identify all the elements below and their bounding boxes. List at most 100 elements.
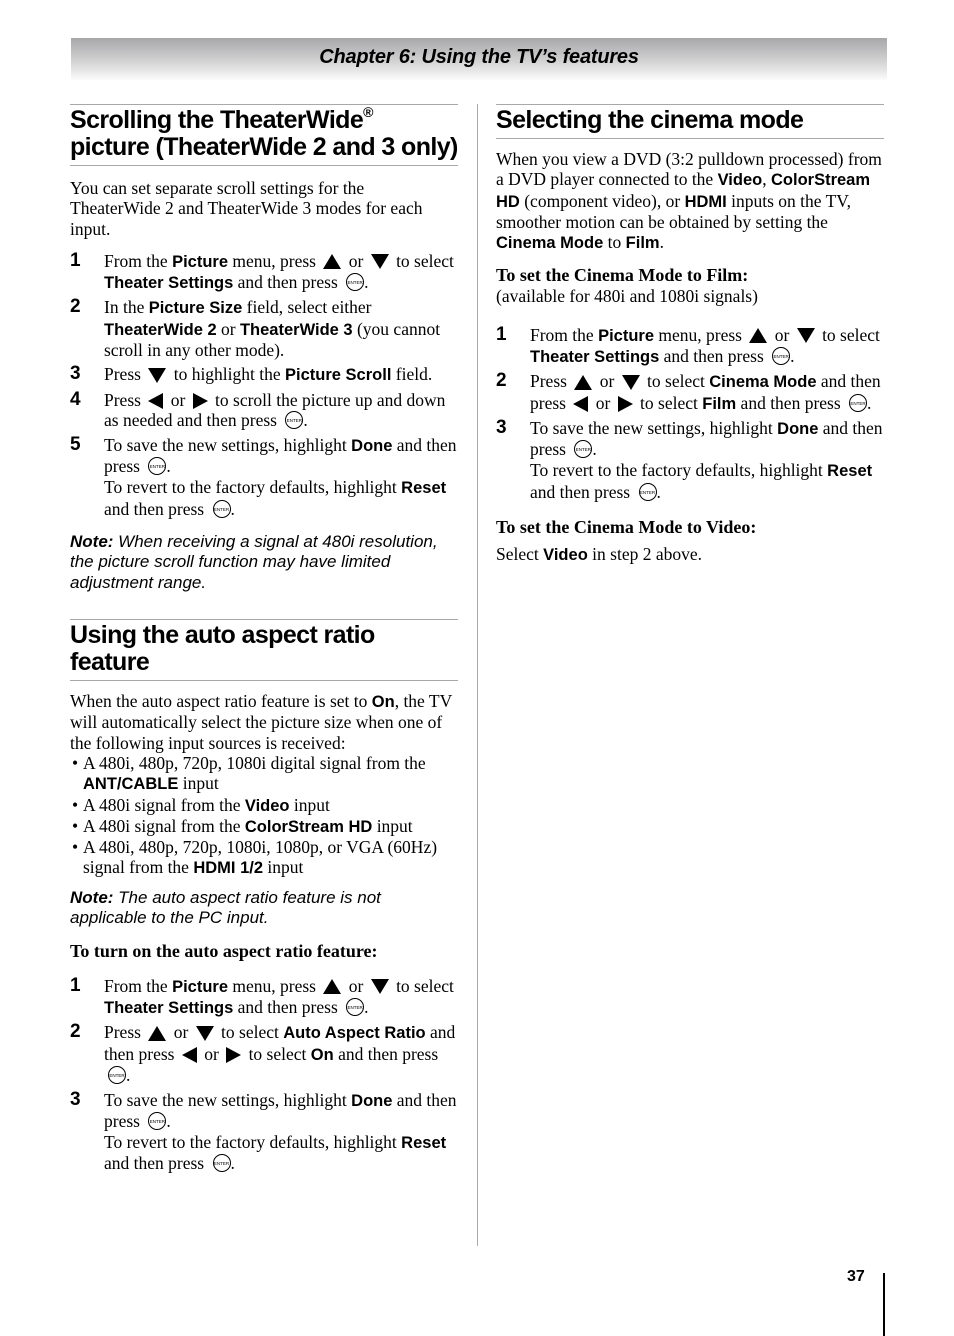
text: to select — [642, 371, 710, 392]
step-item: 2 In the Picture Size field, select eith… — [70, 297, 458, 360]
step-number: 1 — [70, 249, 81, 271]
text: To save the new settings, highlight — [104, 1089, 352, 1110]
input-name: ColorStream HD — [244, 817, 373, 836]
option-name: On — [310, 1045, 334, 1064]
left-column: Scrolling the TheaterWide® picture (Thea… — [70, 104, 458, 1178]
text: and then press — [333, 1043, 439, 1064]
text: When the auto aspect ratio feature is se… — [70, 691, 372, 712]
option-name: Reset — [401, 479, 447, 498]
step-item: 3 To save the new settings, highlight Do… — [496, 416, 884, 503]
step-number: 2 — [496, 370, 507, 392]
option-name: Reset — [401, 1134, 447, 1153]
text: To revert to the factory defaults, highl… — [530, 460, 828, 481]
text: field, select either — [242, 297, 372, 318]
enter-button-icon: ENTER — [772, 347, 791, 366]
text: menu, press — [228, 975, 321, 996]
page-edge-rule — [883, 1273, 885, 1336]
enter-button-icon: ENTER — [212, 1154, 231, 1173]
text: Press — [104, 389, 146, 410]
text: and then press — [104, 1153, 209, 1174]
down-arrow-icon — [370, 254, 389, 270]
input-source-list: A 480i, 480p, 720p, 1080i digital signal… — [70, 753, 458, 879]
left-arrow-icon — [181, 1046, 197, 1063]
list-item: A 480i signal from the ColorStream HD in… — [70, 816, 458, 837]
list-item: A 480i, 480p, 720p, 1080i digital signal… — [70, 753, 458, 795]
text: To save the new settings, highlight — [530, 417, 778, 438]
enter-button-icon: ENTER — [346, 997, 365, 1016]
step-item: 2 Press or to select Auto Aspect Ratio a… — [70, 1021, 458, 1086]
heading-text: Scrolling the TheaterWide — [70, 106, 364, 134]
step-number: 2 — [70, 1021, 81, 1043]
text: A 480i, 480p, 720p, 1080i digital signal… — [83, 752, 426, 773]
section-heading-auto-aspect: Using the auto aspect ratio feature — [70, 619, 458, 682]
option-name: Video — [543, 545, 588, 564]
text: and then press — [659, 346, 769, 367]
text: input — [372, 815, 413, 836]
text: . — [659, 232, 664, 253]
step-number: 2 — [70, 296, 81, 318]
option-name: Film — [702, 394, 737, 413]
text: Select — [496, 543, 544, 564]
down-arrow-icon — [370, 979, 389, 995]
scroll-note: Note: When receiving a signal at 480i re… — [70, 532, 458, 594]
step-item: 1 From the Picture menu, press or to sel… — [70, 974, 458, 1019]
text: input — [263, 857, 304, 878]
section-heading-scrolling: Scrolling the TheaterWide® picture (Thea… — [70, 104, 458, 166]
text: to — [603, 232, 626, 253]
option-name: Done — [351, 436, 393, 455]
list-item: A 480i, 480p, 720p, 1080i, 1080p, or VGA… — [70, 837, 458, 879]
heading-text: picture (TheaterWide 2 and 3 only) — [70, 133, 458, 161]
film-availability-note: (available for 480i and 1080i signals) — [496, 286, 758, 307]
text: . — [303, 409, 308, 430]
text: to highlight the — [169, 364, 286, 385]
text: or — [591, 392, 615, 413]
note-label: Note: — [70, 531, 114, 551]
text: . — [867, 392, 872, 413]
text: A 480i signal from the — [83, 815, 245, 836]
video-subheading: To set the Cinema Mode to Video: — [496, 516, 757, 537]
auto-aspect-intro: When the auto aspect ratio feature is se… — [70, 691, 458, 753]
text: From the — [104, 975, 173, 996]
menu-name: Theater Settings — [104, 274, 234, 293]
section-heading-cinema: Selecting the cinema mode — [496, 104, 884, 139]
enter-button-icon: ENTER — [148, 457, 167, 476]
page-number: 37 — [847, 1268, 865, 1285]
film-subheading: To set the Cinema Mode to Film: — [496, 265, 749, 286]
video-instruction: Select Video in step 2 above. — [496, 544, 884, 565]
step-number: 4 — [70, 388, 81, 410]
option-name: Done — [777, 419, 819, 438]
text: Press — [530, 371, 572, 392]
text: input — [178, 773, 219, 794]
text: or — [770, 324, 794, 345]
down-arrow-icon — [621, 374, 640, 390]
text: A 480i signal from the — [83, 794, 245, 815]
menu-name: Theater Settings — [530, 348, 660, 367]
step-number: 3 — [496, 416, 507, 438]
text: From the — [104, 250, 173, 271]
text: to select — [391, 975, 454, 996]
text: and then press — [530, 481, 635, 502]
text: or — [344, 250, 368, 271]
text: menu, press — [654, 324, 747, 345]
field-name: Picture Size — [148, 299, 243, 318]
enter-button-icon: ENTER — [574, 440, 593, 459]
text: to select — [817, 324, 880, 345]
field-name: Cinema Mode — [709, 373, 817, 392]
option-name: TheaterWide 3 — [239, 320, 353, 339]
text: . — [126, 1064, 131, 1085]
step-number: 1 — [70, 974, 81, 996]
note-label: Note: — [70, 887, 114, 907]
text: or — [199, 1043, 224, 1064]
right-arrow-icon — [617, 395, 633, 412]
text: . — [166, 1111, 171, 1132]
text: to select — [635, 392, 703, 413]
list-item: A 480i signal from the Video input — [70, 795, 458, 816]
down-arrow-icon — [148, 367, 167, 383]
field-name: Picture Scroll — [285, 366, 392, 385]
cinema-intro: When you view a DVD (3:2 pulldown proces… — [496, 149, 884, 253]
option-name: Film — [625, 234, 660, 253]
scroll-intro: You can set separate scroll settings for… — [70, 178, 423, 239]
step-number: 3 — [70, 1088, 81, 1110]
input-name: ANT/CABLE — [83, 775, 179, 794]
text: To revert to the factory defaults, highl… — [104, 477, 402, 498]
